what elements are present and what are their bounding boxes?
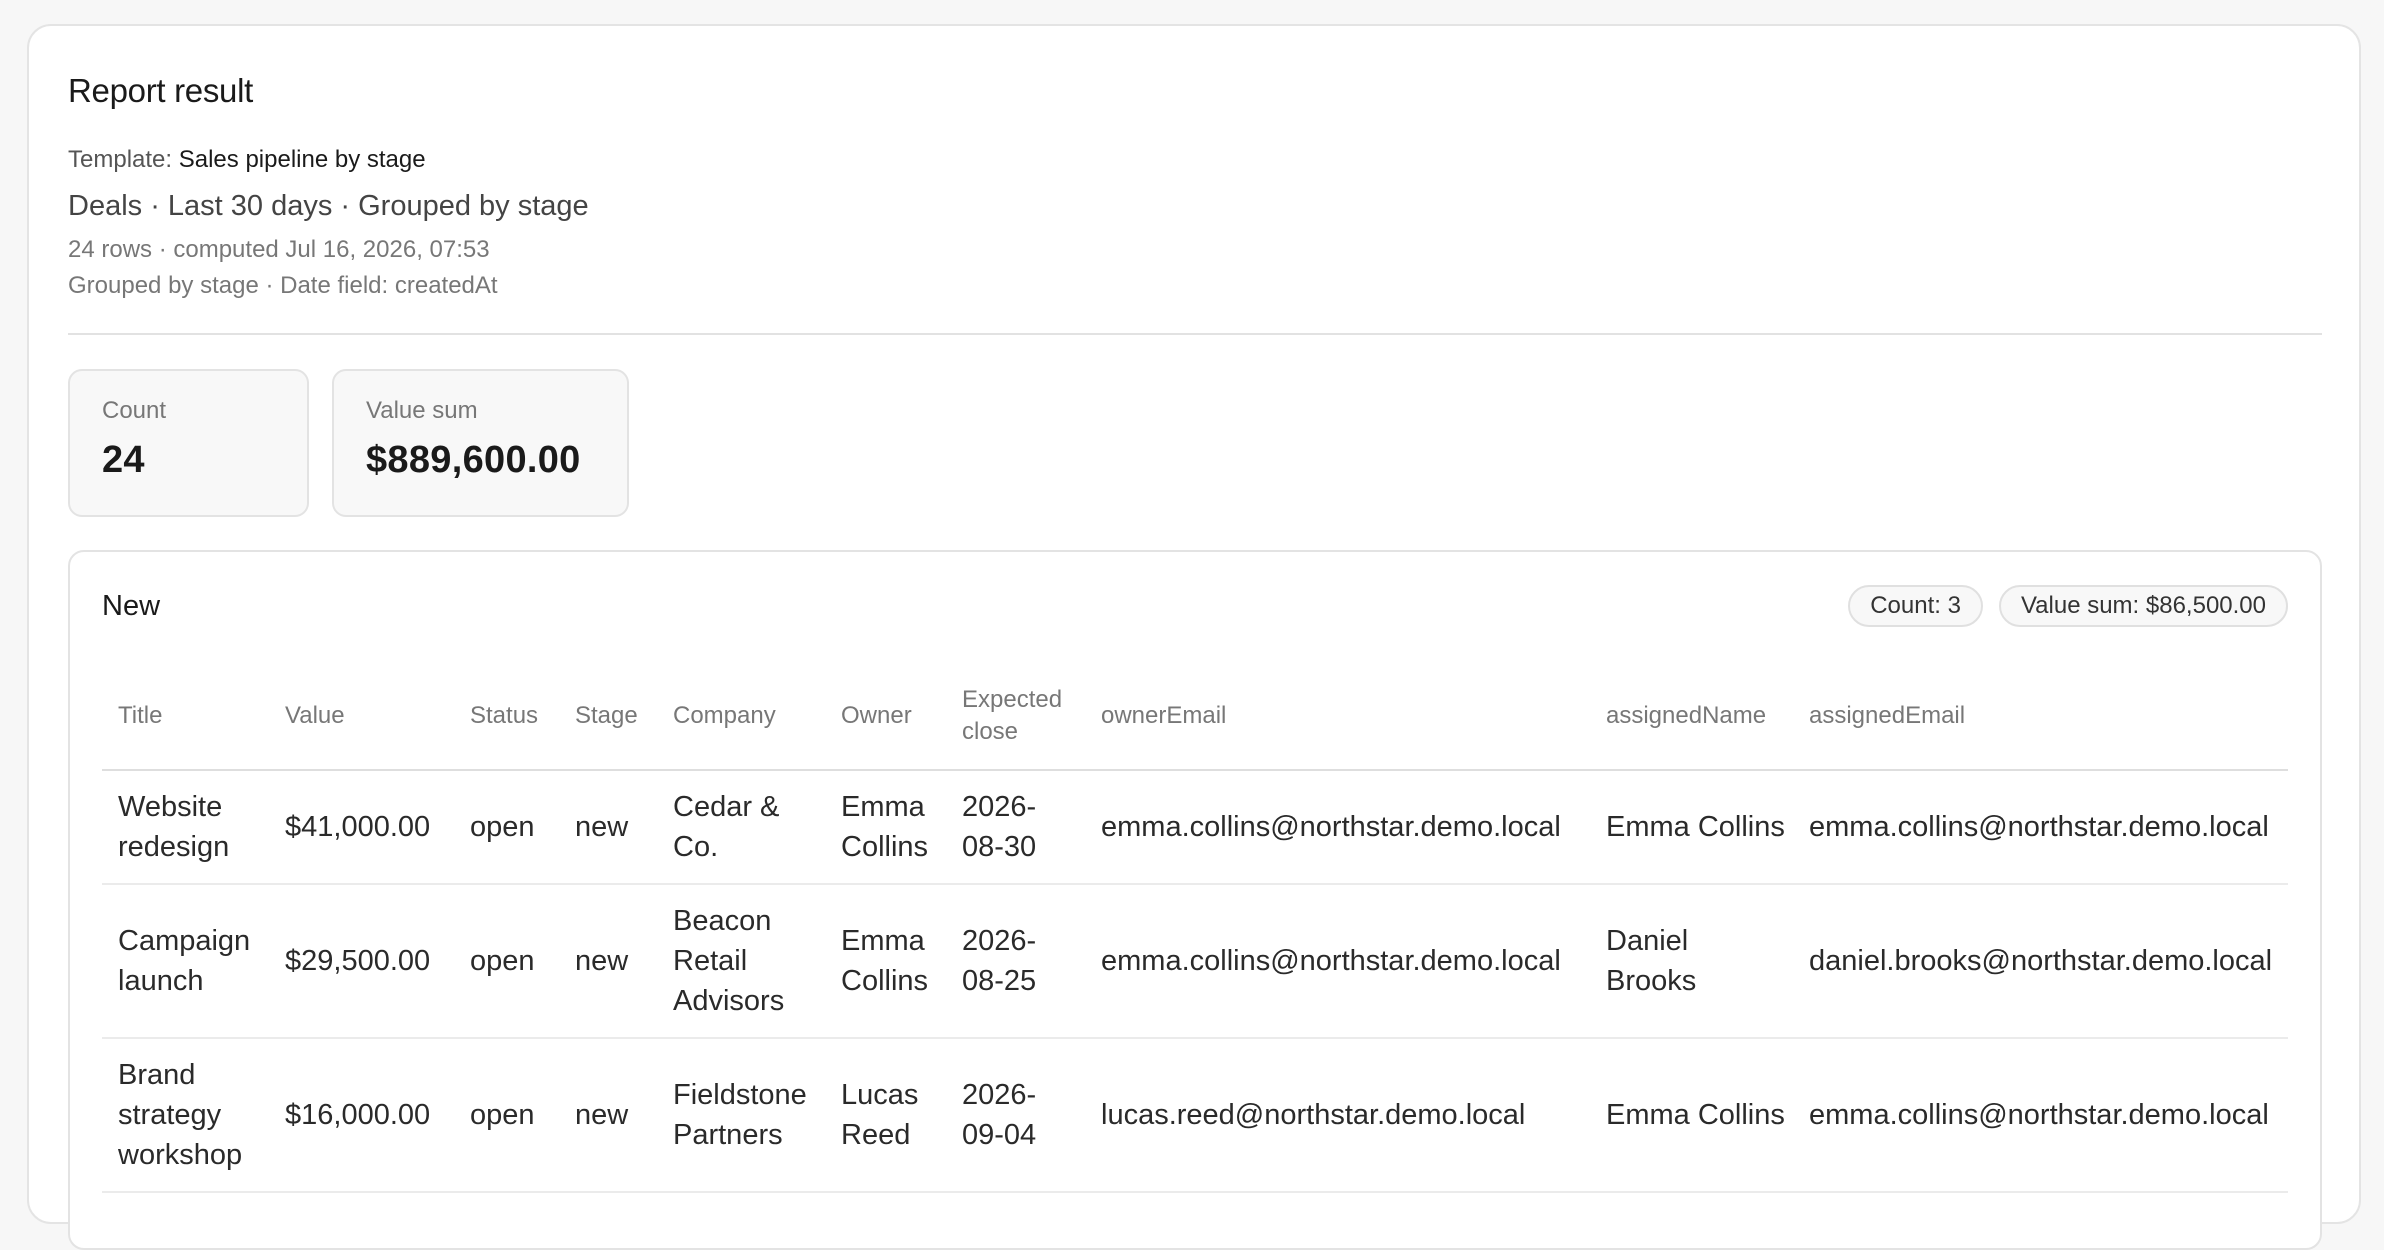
template-label: Template: [68,146,173,173]
cell-owner: Emma Collins [825,770,946,885]
column-header-stage[interactable]: Stage [559,662,657,771]
value-sum-stat-card: Value sum $889,600.00 [332,369,629,517]
stage-group-new: New Count: 3 Value sum: $86,500.00 Title… [68,550,2322,1250]
report-card: Report result Template: Sales pipeline b… [27,24,2361,1250]
report-title: Report result [68,72,254,109]
deals-table: Title Value Status Stage Company Owner E… [102,662,2288,1193]
cell-assigned-name: Daniel Brooks [1590,884,1793,1039]
cell-value: $41,000.00 [269,770,454,885]
cell-value: $16,000.00 [269,1038,454,1193]
cell-stage: new [559,1038,657,1193]
cell-company: Beacon Retail Advisors [657,884,825,1039]
cell-title: Campaign launch [102,884,269,1039]
template-line: Template: Sales pipeline by stage [68,146,426,174]
column-header-value[interactable]: Value [269,662,454,771]
cell-company: Fieldstone Partners [657,1038,825,1193]
table-row[interactable]: Website redesign $41,000.00 open new Ced… [102,770,2288,885]
rows-info: 24 rows · computed Jul 16, 2026, 07:53 [68,236,490,263]
table-row[interactable]: Campaign launch $29,500.00 open new Beac… [102,884,2288,1039]
cell-expected-close: 2026-09-04 [946,1038,1085,1193]
group-chips: Count: 3 Value sum: $86,500.00 [1848,585,2288,627]
divider [68,333,2322,335]
group-value-sum-chip: Value sum: $86,500.00 [1998,585,2288,627]
cell-expected-close: 2026-08-25 [946,884,1085,1039]
cell-owner-email: emma.collins@northstar.demo.local [1085,884,1590,1039]
template-value: Sales pipeline by stage [178,146,426,173]
cell-status: open [454,770,559,885]
cell-company: Cedar & Co. [657,770,825,885]
cell-assigned-name: Emma Collins [1590,770,1793,885]
value-sum-stat-label: Value sum [366,397,478,424]
column-header-owner-email[interactable]: ownerEmail [1085,662,1590,771]
count-stat-value: 24 [102,439,145,481]
value-sum-stat-value: $889,600.00 [366,439,581,481]
cell-owner-email: lucas.reed@northstar.demo.local [1085,1038,1590,1193]
cell-assigned-email: emma.collins@northstar.demo.local [1793,1038,2288,1193]
cell-owner-email: emma.collins@northstar.demo.local [1085,770,1590,885]
column-header-status[interactable]: Status [454,662,559,771]
group-title: New [102,590,161,622]
cell-stage: new [559,884,657,1039]
cell-title: Website redesign [102,770,269,885]
cell-value: $29,500.00 [269,884,454,1039]
table-header-row: Title Value Status Stage Company Owner E… [102,662,2288,771]
cell-status: open [454,1038,559,1193]
column-header-owner[interactable]: Owner [825,662,946,771]
cell-owner: Emma Collins [825,884,946,1039]
column-header-assigned-email[interactable]: assignedEmail [1793,662,2288,771]
cell-expected-close: 2026-08-30 [946,770,1085,885]
report-summary: Deals · Last 30 days · Grouped by stage [68,190,589,222]
column-header-title[interactable]: Title [102,662,269,771]
column-header-assigned-name[interactable]: assignedName [1590,662,1793,771]
count-stat-card: Count 24 [68,369,309,517]
cell-assigned-email: daniel.brooks@northstar.demo.local [1793,884,2288,1039]
cell-owner: Lucas Reed [825,1038,946,1193]
cell-assigned-name: Emma Collins [1590,1038,1793,1193]
group-count-chip: Count: 3 [1848,585,1983,627]
cell-title: Brand strategy workshop [102,1038,269,1193]
cell-stage: new [559,770,657,885]
table-row[interactable]: Brand strategy workshop $16,000.00 open … [102,1038,2288,1193]
count-stat-label: Count [102,397,167,424]
group-info: Grouped by stage · Date field: createdAt [68,272,498,299]
column-header-company[interactable]: Company [657,662,825,771]
cell-assigned-email: emma.collins@northstar.demo.local [1793,770,2288,885]
column-header-expected-close[interactable]: Expected close [946,662,1085,771]
cell-status: open [454,884,559,1039]
